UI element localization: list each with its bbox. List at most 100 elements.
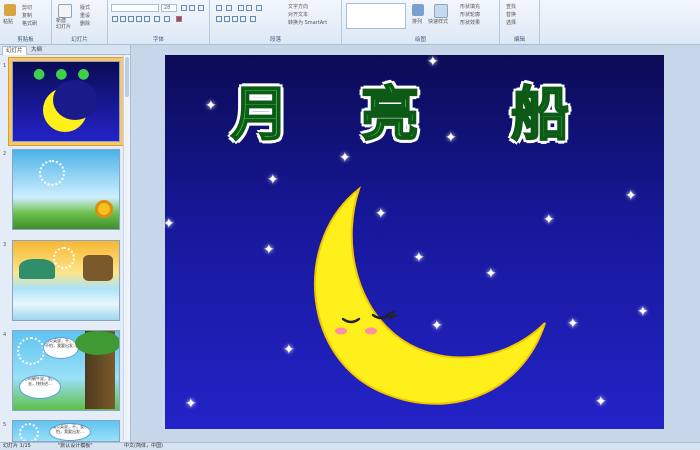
shadow-icon[interactable] [144,16,150,22]
tab-outline[interactable]: 大纲 [28,46,45,54]
underline-icon[interactable] [128,16,134,22]
slide-number: 3 [3,242,7,248]
shape-outline-button[interactable]: 形状轮廓 [460,11,480,18]
sunflower-icon [95,200,113,218]
slide-thumbnail-3[interactable] [12,240,120,321]
crescent-moon [313,186,546,405]
line-spacing-icon[interactable] [256,5,262,11]
slide-thumbnail-5[interactable]: 蒲公英说，不，我不怕，我要出发… [12,420,120,442]
copy-button[interactable]: 复制 [22,12,32,19]
text-direction-button[interactable]: 文字方向 [288,3,308,10]
shape-fill-button[interactable]: 形状填充 [460,3,480,10]
star-icon: ✦ [185,396,197,412]
quick-styles-icon[interactable] [434,4,448,18]
scrollbar-thumb[interactable] [125,57,129,97]
editing-label: 编辑 [513,37,525,43]
columns-icon[interactable] [250,16,256,22]
increase-indent-icon[interactable] [246,5,252,11]
arrange-button[interactable]: 排列 [412,18,422,25]
slide-number: 5 [3,422,7,428]
slide-editor: ✦ ✦ ✦ ✦ ✦ ✦ ✦ ✦ ✦ ✦ ✦ ✦ ✦ ✦ ✦ ✦ ✦ ✦ 月 亮 … [131,45,700,442]
panel-scrollbar[interactable] [123,55,130,440]
slides-group: 新建 幻灯片 版式 重设 删除 幻灯片 [52,0,108,44]
align-center-icon[interactable] [224,16,230,22]
star-icon: ✦ [445,130,457,146]
moon-eye-right [371,313,391,320]
select-button[interactable]: 选择 [506,19,516,26]
font-size-field[interactable]: 28 [161,4,177,12]
align-left-icon[interactable] [216,16,222,22]
layout-button[interactable]: 版式 [80,4,90,11]
numbering-icon[interactable] [226,5,232,11]
star-icon: ✦ [427,55,439,70]
shapes-gallery[interactable] [346,3,406,29]
change-case-icon[interactable] [164,16,170,22]
clipboard-label: 剪贴板 [17,37,34,43]
font-name-field[interactable] [111,4,159,12]
smartart-button[interactable]: 转换为 SmartArt [288,19,327,26]
title-char-2: 亮 [360,79,420,149]
drawing-label: 绘图 [414,37,426,43]
thumb-moon-mask [53,80,97,120]
star-icon: ✦ [267,172,279,188]
slide-thumbnail-1[interactable]: ●●● [12,61,120,142]
star-icon: ✦ [339,150,351,166]
star-icon: ✦ [567,316,579,332]
grow-font-icon[interactable] [181,5,187,11]
arrange-icon[interactable] [412,4,424,16]
replace-button[interactable]: 替换 [506,11,516,18]
moon-cheek-left [335,327,347,335]
slide-number: 4 [3,332,7,338]
bold-icon[interactable] [112,16,118,22]
tree-leaves-icon [75,331,119,355]
star-icon: ✦ [263,242,275,258]
new-slide-icon[interactable] [58,4,72,18]
star-icon: ✦ [205,98,217,114]
slide-canvas[interactable]: ✦ ✦ ✦ ✦ ✦ ✦ ✦ ✦ ✦ ✦ ✦ ✦ ✦ ✦ ✦ ✦ ✦ ✦ 月 亮 … [165,55,664,429]
find-button[interactable]: 查找 [506,3,516,10]
ribbon: 粘贴 剪切 复制 格式刷 剪贴板 新建 幻灯片 版式 重设 删除 幻灯片 28 … [0,0,700,45]
align-right-icon[interactable] [232,16,238,22]
reset-button[interactable]: 重设 [80,12,90,19]
thumb-title-icon: ●●● [33,66,100,82]
speech-bubble: 好心的蜗牛说，别，别去，快快进… [19,375,61,399]
decrease-indent-icon[interactable] [238,5,244,11]
editing-group: 查找 替换 选择 编辑 [500,0,540,44]
delete-button[interactable]: 删除 [80,20,90,27]
dandelion-icon [19,423,39,441]
paste-button[interactable]: 粘贴 [3,18,13,25]
slide-number: 2 [3,151,7,157]
justify-icon[interactable] [240,16,246,22]
new-slide-button[interactable]: 新建 幻灯片 [56,18,76,30]
cut-button[interactable]: 剪切 [22,4,32,11]
star-icon: ✦ [595,394,607,410]
slide-thumbnail-4[interactable]: 蒲公英说，不，我不怕，我要出发… 好心的蜗牛说，别，别去，快快进… [12,330,120,411]
font-color-icon[interactable] [176,16,182,22]
clear-format-icon[interactable] [198,5,204,11]
title-char-1: 月 [230,79,290,149]
dandelion-icon [17,337,45,365]
tree-icon [19,259,55,279]
paragraph-group: 文字方向 对齐文本 转换为 SmartArt 段落 [210,0,342,44]
paragraph-label: 段落 [269,37,281,43]
strikethrough-icon[interactable] [136,16,142,22]
slide-thumbnail-2[interactable] [12,149,120,230]
quick-styles-button[interactable]: 快速样式 [428,18,448,25]
moon-cheek-right [365,327,377,335]
format-painter-button[interactable]: 格式刷 [22,20,37,27]
bullets-icon[interactable] [216,5,222,11]
drawing-group: 排列 快速样式 形状填充 形状轮廓 形状效果 绘图 [342,0,500,44]
shrink-font-icon[interactable] [189,5,195,11]
star-icon: ✦ [283,342,295,358]
shape-effects-button[interactable]: 形状效果 [460,19,480,26]
star-icon: ✦ [165,216,175,232]
align-text-button[interactable]: 对齐文本 [288,11,308,18]
paste-icon[interactable] [4,4,16,16]
dandelion-icon [39,160,65,186]
tab-slides[interactable]: 幻灯片 [2,46,27,55]
char-spacing-icon[interactable] [154,16,160,22]
star-icon: ✦ [625,188,637,204]
italic-icon[interactable] [120,16,126,22]
moon-z-icon [386,310,398,320]
font-group: 28 字体 [108,0,210,44]
